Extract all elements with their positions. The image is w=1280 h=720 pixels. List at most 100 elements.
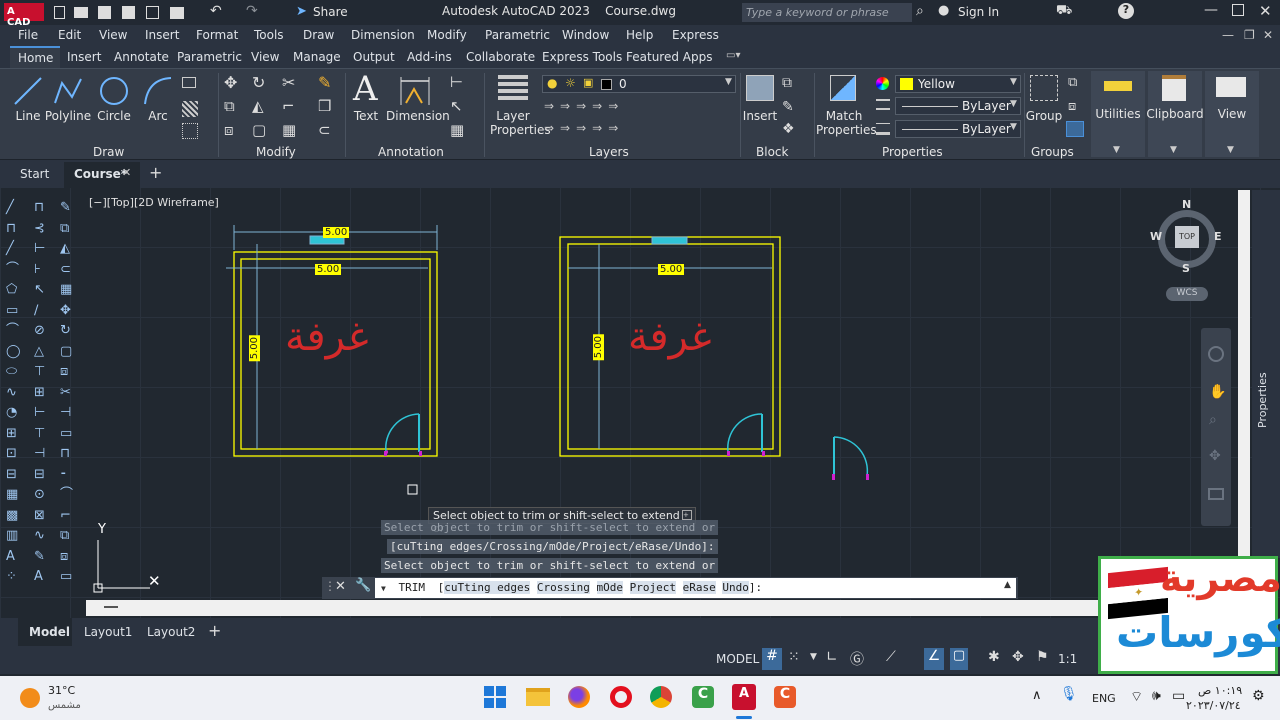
showmotion-icon[interactable] xyxy=(1208,488,1224,500)
arc-button[interactable]: Arc xyxy=(140,109,176,123)
snap-dropdown-icon[interactable]: ▼ xyxy=(810,652,817,662)
osnap-track-icon[interactable]: ∠ xyxy=(924,648,944,670)
tab-insert[interactable]: Insert xyxy=(67,50,101,64)
layer-properties-button[interactable]: Layer Properties xyxy=(490,109,551,137)
weather-desc[interactable]: مشمس xyxy=(48,700,81,711)
share-icon[interactable]: ➤ xyxy=(296,4,307,19)
camtasia-icon[interactable]: C xyxy=(774,686,796,708)
linetype-dropdown[interactable]: ByLayer ▼ xyxy=(895,97,1021,115)
search-input[interactable]: Type a keyword or phrase xyxy=(742,3,912,22)
open-icon[interactable] xyxy=(74,7,88,18)
annotation-visibility-icon[interactable]: ⚑ xyxy=(1036,649,1049,665)
menu-modify[interactable]: Modify xyxy=(427,28,467,42)
redo-icon[interactable]: ↷ xyxy=(246,3,258,19)
layer-tools-row-2[interactable]: ⇒⇒⇒⇒⇒ xyxy=(544,121,624,135)
tab-output[interactable]: Output xyxy=(353,50,395,64)
circle-button[interactable]: Circle xyxy=(94,109,134,123)
polar-icon[interactable]: Ⓖ xyxy=(850,649,864,669)
new-tab-icon[interactable]: + xyxy=(149,163,162,182)
command-input[interactable]: ▼ TRIM [cuTting edges Crossing mOde Proj… xyxy=(375,578,1016,598)
viewcube-top-face[interactable]: TOP xyxy=(1175,226,1199,248)
array-icon[interactable] xyxy=(182,123,198,139)
weather-icon[interactable] xyxy=(20,688,40,708)
viewcube[interactable]: TOP N S E W xyxy=(1150,198,1224,276)
scrollbar-thumb[interactable] xyxy=(104,606,118,608)
app-logo[interactable]: A CAD xyxy=(4,3,44,28)
copy-icon[interactable]: ⧉ xyxy=(224,97,235,115)
mirror-icon[interactable]: ◭ xyxy=(252,97,264,115)
dimension-button[interactable]: Dimension xyxy=(386,109,450,123)
model-tab[interactable]: Model xyxy=(18,618,72,646)
match-properties-button[interactable]: Match Properties xyxy=(816,109,877,137)
menu-file[interactable]: File xyxy=(18,28,38,42)
layers-panel-title[interactable]: Layers xyxy=(589,145,629,159)
groups-panel-title[interactable]: Groups xyxy=(1031,145,1074,159)
close-button[interactable]: ✕ xyxy=(1259,2,1272,20)
doc-close-button[interactable]: ✕ xyxy=(1263,28,1273,42)
web-mobile-icon[interactable] xyxy=(146,6,159,19)
room-2-label[interactable]: غرفة xyxy=(628,314,712,360)
menu-draw[interactable]: Draw xyxy=(303,28,334,42)
tab-home[interactable]: Home xyxy=(10,46,60,68)
grid-icon[interactable]: # xyxy=(762,648,782,670)
menu-help[interactable]: Help xyxy=(626,28,653,42)
block-attr-icon[interactable]: ❖ xyxy=(782,121,795,137)
language-indicator[interactable]: ENG xyxy=(1092,692,1116,705)
utilities-expand-icon[interactable]: ▼ xyxy=(1113,145,1120,155)
camtasia-green-icon[interactable]: C xyxy=(692,686,714,708)
command-option[interactable]: mOde xyxy=(596,581,624,594)
menu-insert[interactable]: Insert xyxy=(145,28,179,42)
dim-text[interactable]: 5.00 xyxy=(323,227,350,238)
trim-icon[interactable]: ✂ xyxy=(282,73,295,92)
share-button[interactable]: Share xyxy=(313,5,348,19)
cart-icon[interactable]: ⛟ xyxy=(1056,3,1072,20)
rectangle-icon[interactable] xyxy=(182,77,196,88)
menu-format[interactable]: Format xyxy=(196,28,238,42)
tab-express-tools[interactable]: Express Tools xyxy=(542,50,622,64)
menu-express[interactable]: Express xyxy=(672,28,719,42)
room-1-label[interactable]: غرفة xyxy=(285,314,369,360)
command-option[interactable]: cuTting edges xyxy=(444,581,531,594)
close-tab-icon[interactable]: ✕ xyxy=(122,166,131,179)
wifi-icon[interactable]: ⌔ xyxy=(1130,688,1143,706)
text-button[interactable]: Text xyxy=(348,109,384,123)
menu-window[interactable]: Window xyxy=(562,28,609,42)
menu-edit[interactable]: Edit xyxy=(58,28,81,42)
draw-panel-title[interactable]: Draw xyxy=(93,145,124,159)
utilities-button[interactable]: Utilities xyxy=(1091,107,1145,121)
edit-block-icon[interactable]: ✎ xyxy=(782,99,794,115)
explode-icon[interactable]: ❒ xyxy=(318,97,331,115)
rotate-icon[interactable]: ↻ xyxy=(252,73,265,92)
group-edit-icon[interactable]: ⧈ xyxy=(1068,99,1076,114)
annotation-scale[interactable]: 1:1 xyxy=(1058,652,1077,666)
help-icon[interactable]: ? xyxy=(1118,3,1134,19)
polyline-button[interactable]: Polyline xyxy=(44,109,92,123)
battery-icon[interactable]: ▭ xyxy=(1172,688,1185,704)
start-button[interactable] xyxy=(484,686,506,708)
viewcube-east[interactable]: E xyxy=(1214,230,1222,243)
tab-add-ins[interactable]: Add-ins xyxy=(407,50,452,64)
saveas-icon[interactable] xyxy=(122,6,135,19)
minimize-button[interactable]: — xyxy=(1204,2,1218,18)
hatch-icon[interactable] xyxy=(182,101,198,117)
osnap-icon[interactable]: ▢ xyxy=(950,648,968,670)
properties-panel-title[interactable]: Properties xyxy=(882,145,943,159)
clock-time[interactable]: ١٠:١٩ ص xyxy=(1198,684,1242,697)
annotation-panel-title[interactable]: Annotation xyxy=(378,145,444,159)
steeringwheel-icon[interactable] xyxy=(1208,346,1224,362)
group-button[interactable]: Group xyxy=(1024,109,1064,123)
firefox-icon[interactable] xyxy=(568,686,590,708)
color-dropdown[interactable]: Yellow ▼ xyxy=(895,75,1021,93)
clock-date[interactable]: ٢٠٢٣/٠٧/٢٤ xyxy=(1186,699,1241,712)
clipboard-button[interactable]: Clipboard xyxy=(1146,107,1204,121)
move-icon[interactable]: ✥ xyxy=(224,73,237,92)
chrome-icon[interactable] xyxy=(650,686,672,708)
navigation-bar[interactable]: ✋ ⌕ ✥ xyxy=(1201,328,1231,526)
viewcube-south[interactable]: S xyxy=(1182,262,1190,275)
tray-chevron-icon[interactable]: ∧ xyxy=(1032,688,1042,703)
isodraft-icon[interactable]: ⟋ xyxy=(886,649,896,665)
modify-panel-title[interactable]: Modify xyxy=(256,145,296,159)
lineweight-dropdown[interactable]: ByLayer ▼ xyxy=(895,120,1021,138)
command-close-icon[interactable]: ✕ xyxy=(335,579,346,594)
insert-block-icon[interactable] xyxy=(746,75,774,101)
